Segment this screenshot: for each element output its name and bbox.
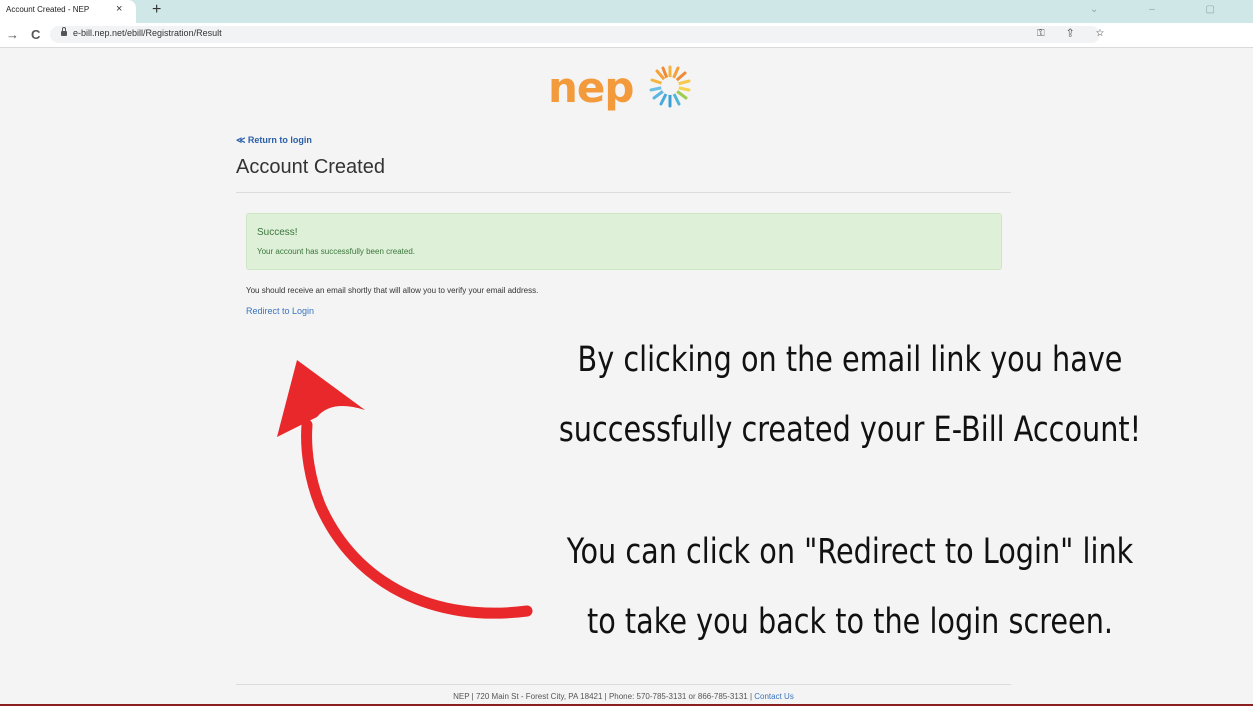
verify-email-text: You should receive an email shortly that… — [246, 286, 539, 295]
alert-message: Your account has successfully been creat… — [257, 247, 416, 256]
title-divider — [236, 192, 1011, 193]
tab-title: Account Created - NEP — [6, 5, 90, 14]
logo-wordmark: nep — [548, 63, 634, 112]
reload-icon[interactable]: C — [31, 27, 40, 42]
lock-icon[interactable] — [61, 27, 67, 36]
browser-tab[interactable]: Account Created - NEP × — [0, 0, 136, 23]
caption-line-3: You can click on "Redirect to Login" lin… — [566, 532, 1134, 572]
alert-title: Success! — [257, 227, 298, 238]
close-tab-icon[interactable]: × — [116, 3, 122, 15]
browser-tab-bar: Account Created - NEP × + ⌄ – ▢ — [0, 0, 1253, 23]
success-alert: Success! Your account has successfully b… — [246, 213, 1002, 270]
omnibox-action-icons[interactable]: ⚿ ⇪ ☆ — [1037, 28, 1114, 39]
footer-text: NEP | 720 Main St - Forest City, PA 1842… — [453, 692, 755, 701]
window-controls[interactable]: ⌄ – ▢ — [1090, 4, 1239, 15]
url-text[interactable]: e-bill.nep.net/ebill/Registration/Result — [73, 28, 222, 38]
logo-sunburst-icon — [649, 65, 691, 108]
caption-line-1: By clicking on the email link you have — [577, 340, 1123, 380]
forward-icon[interactable]: → — [6, 27, 19, 42]
nep-logo: nep — [548, 63, 708, 123]
new-tab-button[interactable]: + — [152, 1, 161, 19]
red-arrow-annotation — [277, 360, 533, 619]
address-bar-row: → C e-bill.nep.net/ebill/Registration/Re… — [0, 23, 1253, 48]
footer: NEP | 720 Main St - Forest City, PA 1842… — [236, 692, 1011, 701]
return-to-login-link[interactable]: ≪ Return to login — [236, 135, 312, 146]
footer-divider — [236, 684, 1011, 685]
redirect-to-login-link[interactable]: Redirect to Login — [246, 306, 314, 316]
caption-line-4: to take you back to the login screen. — [586, 602, 1114, 642]
caption-line-2: successfully created your E-Bill Account… — [558, 410, 1142, 450]
contact-us-link[interactable]: Contact Us — [754, 692, 794, 701]
page-title: Account Created — [236, 156, 385, 178]
